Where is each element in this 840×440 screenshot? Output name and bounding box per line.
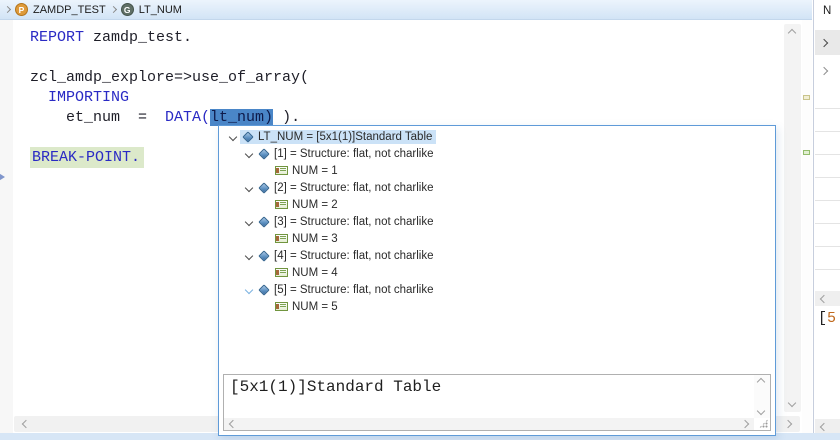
breadcrumb-separator-icon (3, 5, 12, 14)
instruction-pointer-icon (0, 172, 5, 182)
variables-name-column-header: N (823, 5, 832, 17)
variable-inspect-popup: LT_NUM = [5x1(1)]Standard Table [1] = Str… (218, 125, 776, 436)
detail-text[interactable]: [5x1(1)]Standard Table (230, 378, 750, 396)
detail-vertical-scrollbar[interactable] (754, 375, 770, 418)
tree-row[interactable]: [5] = Structure: flat, not charlike (219, 281, 775, 298)
breadcrumb-item[interactable]: ZAMDP_TEST (33, 4, 106, 16)
code-line: IMPORTING (48, 89, 130, 106)
code-line: REPORT zamdp_test. (30, 29, 193, 46)
editor-vertical-scrollbar[interactable] (784, 24, 801, 412)
tree-label: [4] = Structure: flat, not charlike (274, 249, 434, 262)
field-icon (275, 302, 288, 311)
variables-panel: N [5 (813, 0, 840, 440)
tree-expander-icon[interactable] (225, 132, 240, 141)
variables-table-row[interactable] (815, 58, 840, 83)
variables-table-row[interactable] (815, 224, 840, 247)
tree-row[interactable]: [3] = Structure: flat, not charlike (219, 213, 775, 230)
breadcrumb-separator-icon (109, 5, 117, 14)
field-icon (275, 166, 288, 175)
row-expander-icon[interactable] (819, 38, 829, 47)
variables-table-row[interactable] (815, 247, 840, 270)
variables-table-row[interactable] (815, 155, 840, 178)
variable-tree: LT_NUM = [5x1(1)]Standard Table [1] = Str… (219, 128, 775, 315)
scroll-down-icon[interactable] (756, 406, 766, 416)
tree-label: NUM = 1 (292, 164, 338, 177)
tree-row[interactable]: [4] = Structure: flat, not charlike (219, 247, 775, 264)
scroll-right-icon[interactable] (740, 419, 750, 429)
variables-table-row[interactable] (815, 132, 840, 155)
tree-row[interactable]: NUM = 4 (219, 264, 775, 281)
left-annotation-ruler (0, 20, 13, 433)
structure-icon (258, 147, 270, 160)
tree-row[interactable]: NUM = 5 (219, 298, 775, 315)
variables-table-row[interactable] (815, 30, 840, 55)
detail-horizontal-scrollbar[interactable] (224, 418, 754, 430)
structure-icon (258, 283, 270, 296)
global-variable-icon: G (120, 3, 134, 16)
abap-debugger-window: P ZAMDP_TEST G LT_NUM REPORT zamdp_test. zc… (0, 0, 840, 440)
program-icon: P (15, 3, 28, 16)
structure-icon (258, 215, 270, 228)
breadcrumb: P ZAMDP_TEST G LT_NUM (0, 0, 812, 20)
scroll-right-icon[interactable] (783, 419, 793, 429)
tree-label: LT_NUM = [5x1(1)]Standard Table (258, 130, 433, 143)
tree-label: [3] = Structure: flat, not charlike (274, 215, 434, 228)
resize-grip-icon[interactable] (759, 419, 768, 428)
scroll-left-icon[interactable] (21, 419, 31, 429)
tree-label: [2] = Structure: flat, not charlike (274, 181, 434, 194)
variables-rows (815, 30, 840, 270)
scroll-left-icon[interactable] (819, 294, 829, 304)
occurrence-marker[interactable] (803, 150, 810, 155)
tree-expander-icon[interactable] (241, 285, 256, 294)
structure-icon (258, 249, 270, 262)
field-icon (275, 200, 288, 209)
breadcrumb-item[interactable]: LT_NUM (139, 4, 182, 16)
tree-expander-icon[interactable] (241, 149, 256, 158)
variables-detail-scrollbar[interactable] (815, 419, 840, 434)
tree-label: NUM = 4 (292, 266, 338, 279)
tree-row[interactable]: NUM = 2 (219, 196, 775, 213)
variables-table-row[interactable] (815, 86, 840, 109)
variables-table-row[interactable] (815, 109, 840, 132)
overview-ruler (802, 20, 812, 433)
tree-label: [5] = Structure: flat, not charlike (274, 283, 434, 296)
tree-label: NUM = 5 (292, 300, 338, 313)
tree-label: NUM = 3 (292, 232, 338, 245)
variables-table-row[interactable] (815, 201, 840, 224)
tree-label: NUM = 2 (292, 198, 338, 211)
scroll-up-icon[interactable] (787, 28, 797, 38)
variables-table-row[interactable] (815, 178, 840, 201)
tree-row[interactable]: NUM = 1 (219, 162, 775, 179)
structure-icon (258, 181, 270, 194)
tree-expander-icon[interactable] (241, 183, 256, 192)
occurrence-marker[interactable] (803, 95, 810, 100)
field-icon (275, 234, 288, 243)
structure-icon (242, 130, 254, 143)
tree-label: [1] = Structure: flat, not charlike (274, 147, 434, 160)
tree-row[interactable]: [2] = Structure: flat, not charlike (219, 179, 775, 196)
scroll-down-icon[interactable] (787, 398, 797, 408)
detail-bracket: [ (818, 310, 828, 327)
scroll-up-icon[interactable] (756, 377, 766, 387)
detail-number: 5 (827, 310, 837, 327)
code-line: zcl_amdp_explore=>use_of_array( (30, 69, 310, 86)
tree-expander-icon[interactable] (241, 217, 256, 226)
variables-horizontal-scrollbar[interactable] (815, 291, 840, 306)
tree-row[interactable]: NUM = 3 (219, 230, 775, 247)
scroll-left-icon[interactable] (228, 419, 238, 429)
variables-detail-text: [5 (818, 310, 836, 327)
row-expander-icon[interactable] (819, 66, 829, 75)
detail-pane[interactable]: [5x1(1)]Standard Table (223, 374, 771, 431)
tree-row[interactable]: LT_NUM = [5x1(1)]Standard Table (219, 128, 775, 145)
scroll-left-icon[interactable] (819, 422, 829, 432)
field-icon (275, 268, 288, 277)
tree-expander-icon[interactable] (241, 251, 256, 260)
tree-row[interactable]: [1] = Structure: flat, not charlike (219, 145, 775, 162)
